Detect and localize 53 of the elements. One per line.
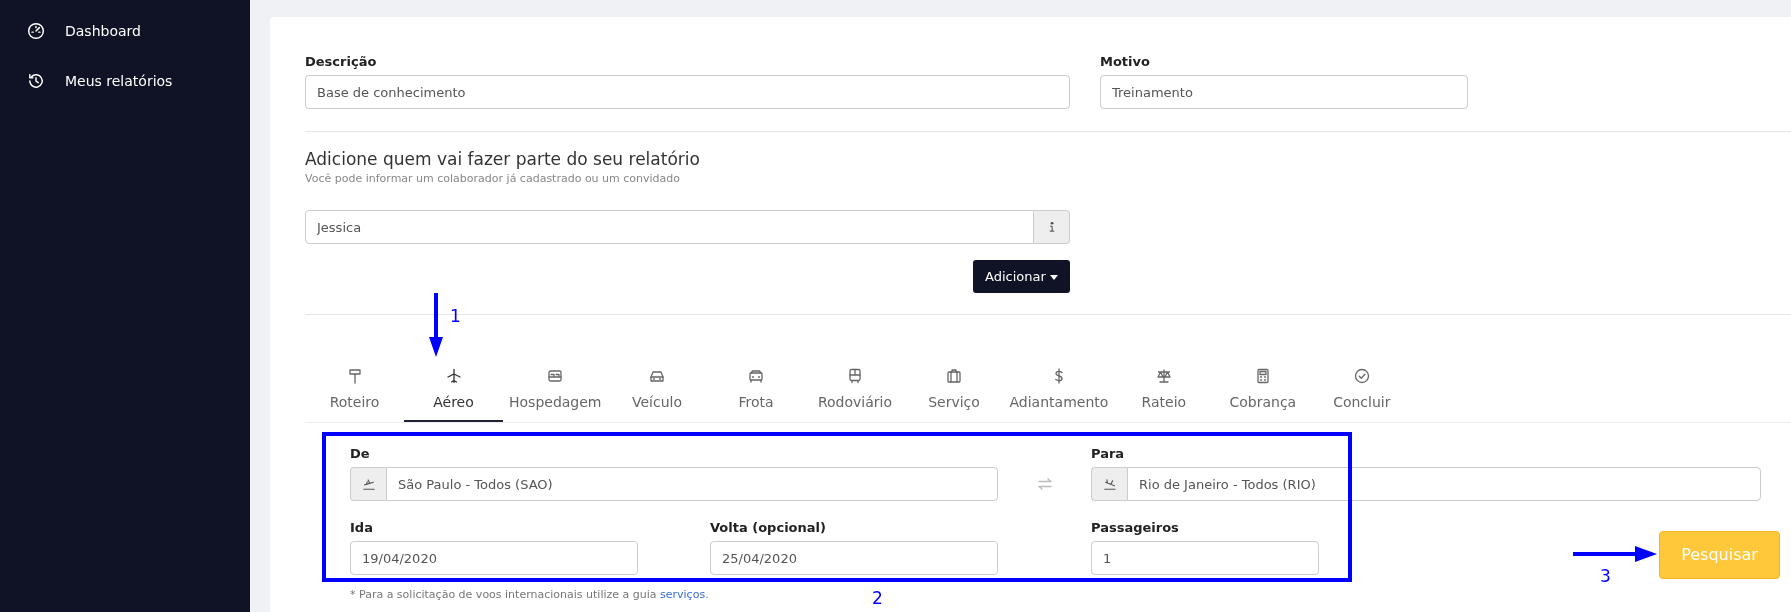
input-field[interactable]: 25/04/2020 (710, 541, 998, 575)
input-field[interactable]: Base de conhecimento (305, 75, 1070, 109)
tab[interactable]: Aéreo (404, 360, 503, 422)
field-label: De (350, 445, 371, 463)
bus-icon (847, 368, 863, 384)
tab[interactable]: Adiantamento (1003, 360, 1115, 422)
airplane-takeoff-icon (361, 477, 376, 491)
annotation-number: 1 (450, 306, 461, 326)
field-label: Passageiros (1091, 519, 1180, 537)
history-icon (27, 72, 45, 90)
field-addon[interactable] (1034, 210, 1070, 244)
tab[interactable]: Hospedagem (503, 360, 608, 422)
field-label: Volta (opcional) (710, 519, 827, 537)
footnote: * Para a solicitação de voos internacionais utilize a guia serviços. (350, 587, 709, 603)
airplane-icon (445, 368, 462, 384)
signpost-icon (346, 368, 363, 384)
input-field[interactable]: 19/04/2020 (350, 541, 638, 575)
car-icon (748, 368, 764, 384)
input-field[interactable]: Jessica (305, 210, 1034, 244)
annotation-arrow (429, 293, 443, 357)
tab[interactable]: Rodoviário (805, 360, 905, 422)
tab[interactable]: Rateio (1114, 360, 1214, 422)
tab[interactable]: Veículo (607, 360, 707, 422)
input-field[interactable]: 1 (1091, 541, 1319, 575)
tab[interactable]: Serviço (904, 360, 1004, 422)
swap-icon (1036, 476, 1053, 492)
tab[interactable]: Concluir (1312, 360, 1412, 422)
briefcase-icon (946, 368, 962, 384)
input-field[interactable]: São Paulo - Todos (SAO) (386, 467, 998, 501)
field-label: Para (1091, 445, 1126, 463)
tab[interactable]: Roteiro (305, 360, 404, 422)
sidebar-item[interactable]: Meus relatórios (0, 56, 250, 106)
annotation-number: 3 (1600, 566, 1611, 586)
bed-icon (547, 368, 564, 384)
tab[interactable]: Cobrança (1213, 360, 1313, 422)
add-button[interactable]: Adicionar (973, 260, 1070, 293)
annotation-number: 2 (872, 588, 883, 608)
car-icon (649, 368, 665, 384)
section-heading: Adicione quem vai fazer parte do seu relatório (305, 148, 701, 171)
section-subtitle: Você pode informar um colaborador já cadastrado ou um convidado (305, 171, 682, 187)
calculator-icon (1254, 368, 1271, 384)
tab[interactable]: Frota (706, 360, 806, 422)
scale-icon (1155, 368, 1172, 384)
gauge-icon (27, 22, 45, 40)
airplane-landing-icon (1102, 477, 1117, 491)
caret-icon (1050, 274, 1058, 280)
sidebar-item[interactable]: Dashboard (0, 6, 250, 56)
field-label: Descrição (305, 53, 378, 71)
field-label: Ida (350, 519, 374, 537)
input-field[interactable]: Treinamento (1100, 75, 1468, 109)
check-circle-icon (1353, 368, 1370, 384)
field-label: Motivo (1100, 53, 1151, 71)
input-field[interactable]: Rio de Janeiro - Todos (RIO) (1127, 467, 1761, 501)
